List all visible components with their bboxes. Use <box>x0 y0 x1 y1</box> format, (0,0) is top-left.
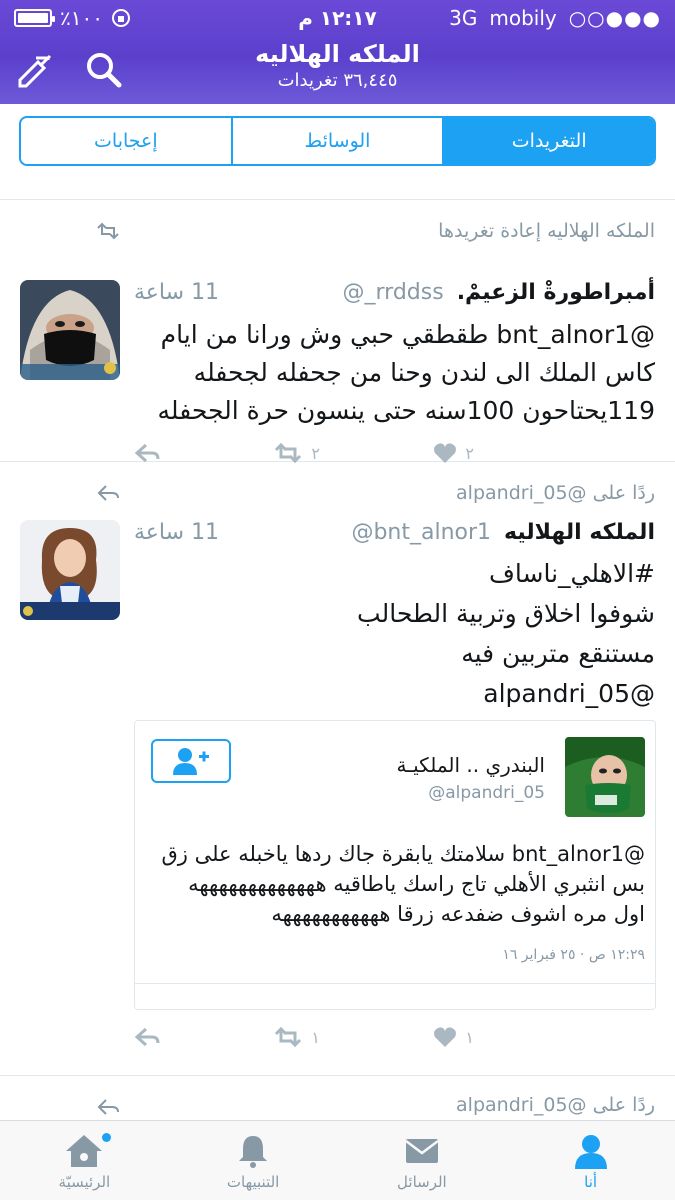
reply-icon <box>134 443 160 463</box>
tweet-count: ٣٦,٤٤٥ تغريدات <box>277 70 398 91</box>
heart-icon <box>434 1027 457 1047</box>
tweet-item[interactable]: الملكه الهلاليه إعادة تغريدها أمبراطورةْ… <box>0 200 675 464</box>
heart-icon <box>434 443 457 463</box>
display-name[interactable]: أمبراطورةْ الزعيمْ. <box>457 280 655 305</box>
quoted-text: @bnt_alnor1 سلامتك يابقرة جاك ردها ياخبل… <box>161 842 645 926</box>
tab-likes[interactable]: إعجابات <box>21 118 233 164</box>
tab-me[interactable]: أنا <box>506 1121 675 1200</box>
reply-context[interactable]: ردًا على @alpandri_05 <box>456 1094 655 1116</box>
user-icon <box>574 1135 607 1169</box>
status-bar: ٪١٠٠ ١٢:١٧ م 3G mobily ○○●●● <box>0 0 675 36</box>
previous-tweet-edge <box>0 178 675 200</box>
carrier-name: mobily <box>489 6 557 30</box>
signal-strength: ○○●●● <box>568 6 661 30</box>
like-button[interactable]: ١ <box>433 1026 474 1048</box>
profile-title: الملكه الهلاليه ٣٦,٤٤٥ تغريدات <box>0 40 675 91</box>
like-count: ٢ <box>465 443 474 463</box>
tweet-header: الملكه الهلاليه @bnt_alnor1 11 ساعة <box>134 520 655 545</box>
tab-tweets[interactable]: التغريدات <box>444 118 654 164</box>
tweet-text: #الاهلي_ناساف شوفوا اخلاق وتربية الطحالب… <box>357 559 655 708</box>
retweet-context: الملكه الهلاليه إعادة تغريدها <box>438 220 655 242</box>
profile-tabs: إعجابات الوسائط التغريدات <box>19 116 656 166</box>
tab-me-label: أنا <box>584 1173 598 1191</box>
retweet-icon <box>97 222 119 240</box>
retweet-count: ٢ <box>311 443 320 463</box>
tab-home[interactable]: الرئيسيّة <box>0 1121 169 1200</box>
retweet-icon <box>275 1026 302 1048</box>
retweet-icon <box>275 442 302 464</box>
tab-messages-label: الرسائل <box>397 1173 447 1191</box>
reply-context[interactable]: ردًا على @alpandri_05 <box>456 482 655 504</box>
quoted-date: ١٢:٢٩ ص · ٢٥ فبراير ١٦ <box>502 947 645 963</box>
notification-dot <box>102 1133 111 1142</box>
follow-button[interactable] <box>151 739 231 783</box>
network-type: 3G <box>449 6 478 30</box>
tab-media[interactable]: الوسائط <box>233 118 445 164</box>
like-button[interactable]: ٢ <box>433 442 474 464</box>
avatar[interactable] <box>20 280 120 380</box>
quoted-tweet[interactable]: البندري .. الملكيـة @alpandri_05 @bnt_al… <box>134 720 656 1010</box>
quoted-handle[interactable]: @alpandri_05 <box>428 783 545 803</box>
status-right: 3G mobily ○○●●● <box>449 6 661 30</box>
envelope-icon <box>405 1139 439 1163</box>
tweet-text: @bnt_alnor1 طقطقي حبي وش ورانا من ايام ك… <box>157 320 655 425</box>
quoted-avatar[interactable] <box>565 737 645 817</box>
reply-button[interactable] <box>134 1026 160 1048</box>
user-handle[interactable]: @bnt_alnor1 <box>351 520 491 545</box>
profile-header: ٪١٠٠ ١٢:١٧ م 3G mobily ○○●●● الملكه الهل… <box>0 0 675 104</box>
tweet-time: 11 ساعة <box>134 520 220 545</box>
reply-button[interactable] <box>134 442 160 464</box>
tab-notifications[interactable]: التنبيهات <box>169 1121 338 1200</box>
tweet-actions: ١ ١ <box>134 1026 474 1048</box>
profile-name: الملكه الهلاليه <box>255 40 420 68</box>
user-handle[interactable]: @_rrddss <box>343 280 444 305</box>
bell-icon <box>239 1136 268 1168</box>
retweet-button[interactable]: ١ <box>273 1026 320 1048</box>
tweet-item[interactable]: ردًا على @alpandri_05 الملكه الهلاليه @b… <box>0 462 675 1076</box>
tweet-item[interactable]: ردًا على @alpandri_05 <box>0 1076 675 1120</box>
display-name[interactable]: الملكه الهلاليه <box>504 520 655 545</box>
tweet-header: أمبراطورةْ الزعيمْ. @_rrddss 11 ساعة <box>134 280 655 305</box>
reply-context-icon <box>97 485 119 501</box>
quoted-name[interactable]: البندري .. الملكيـة <box>397 753 545 777</box>
tweet-actions: ٢ ٢ <box>134 442 474 464</box>
avatar[interactable] <box>20 520 120 620</box>
retweet-count: ١ <box>311 1027 320 1047</box>
reply-context-icon <box>97 1099 119 1115</box>
tab-home-label: الرئيسيّة <box>58 1173 111 1191</box>
retweet-button[interactable]: ٢ <box>273 442 320 464</box>
tab-notifications-label: التنبيهات <box>226 1173 280 1191</box>
timeline[interactable]: الملكه الهلاليه إعادة تغريدها أمبراطورةْ… <box>0 178 675 1120</box>
quoted-actions-edge <box>135 983 655 1009</box>
tab-messages[interactable]: الرسائل <box>338 1121 507 1200</box>
reply-icon <box>134 1027 160 1047</box>
home-icon <box>66 1135 103 1167</box>
bottom-tab-bar: الرئيسيّة التنبيهات الرسائل أنا <box>0 1120 675 1200</box>
tweet-time: 11 ساعة <box>134 280 220 305</box>
add-user-icon <box>173 748 209 775</box>
like-count: ١ <box>465 1027 474 1047</box>
